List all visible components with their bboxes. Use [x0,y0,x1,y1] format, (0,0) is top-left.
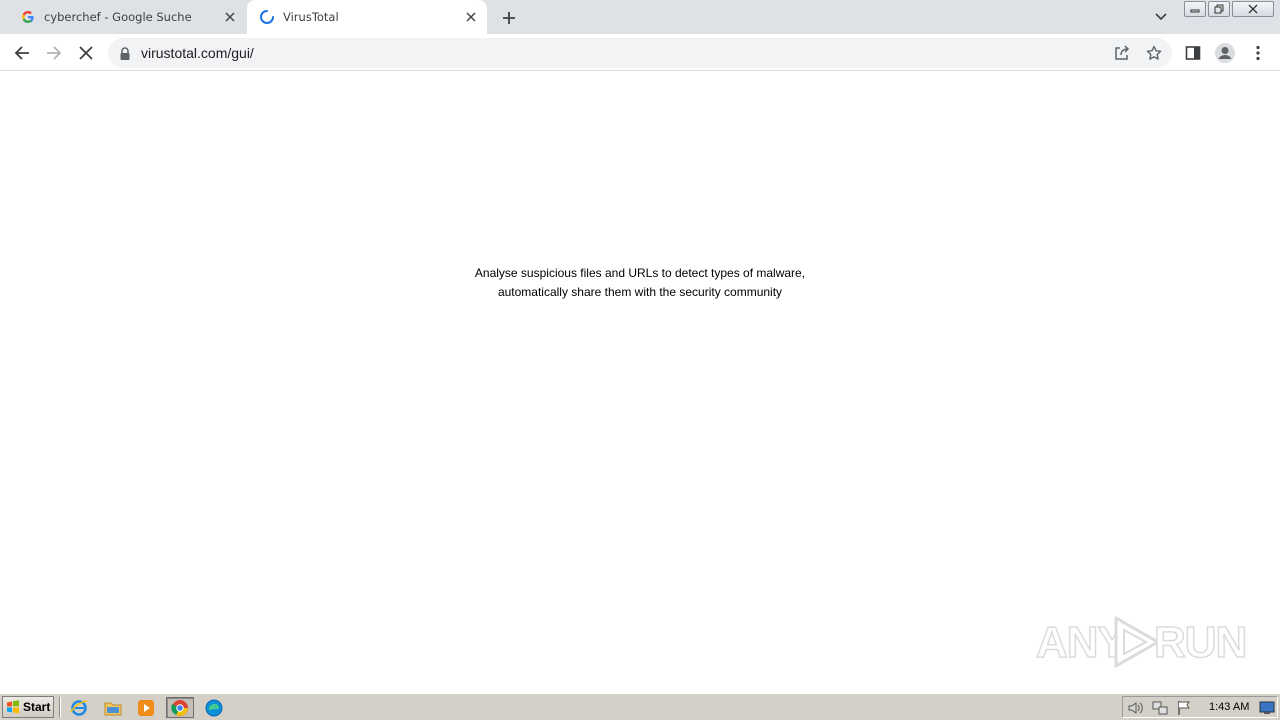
taskbar-separator [59,697,61,717]
edge-icon[interactable] [200,697,228,718]
tab-cyberchef[interactable]: cyberchef - Google Suche [8,0,246,34]
tab-close-icon[interactable] [222,9,238,25]
tab-title: VirusTotal [283,10,339,24]
network-icon[interactable] [1152,700,1168,716]
windows-taskbar: Start 1:43 AM [0,693,1280,720]
profile-avatar-icon[interactable] [1213,41,1237,65]
loading-spinner-icon [259,9,275,25]
tab-strip: cyberchef - Google Suche VirusTotal [0,0,1280,34]
tab-close-icon[interactable] [463,9,479,25]
windows-flag-icon [7,700,19,714]
share-icon[interactable] [1112,44,1132,62]
kebab-menu-icon[interactable] [1246,41,1270,65]
tagline-line-1: Analyse suspicious files and URLs to det… [474,266,806,280]
bookmark-star-icon[interactable] [1144,44,1164,62]
internet-explorer-icon[interactable] [65,697,93,718]
tagline-line-2: automatically share them with the securi… [497,285,783,299]
show-desktop-icon[interactable] [1259,700,1275,716]
anyrun-watermark: ANY RUN [1035,608,1248,672]
file-explorer-icon[interactable] [99,697,127,718]
watermark-text-right: RUN [1153,617,1248,668]
back-arrow-icon[interactable] [9,40,35,66]
action-center-flag-icon[interactable] [1176,700,1192,716]
media-player-icon[interactable] [132,697,160,718]
lock-icon[interactable] [119,46,131,60]
side-panel-icon[interactable] [1181,41,1205,65]
start-button[interactable]: Start [2,696,54,718]
taskbar-clock[interactable]: 1:43 AM [1209,701,1249,713]
start-label: Start [23,700,51,714]
window-minimize-button[interactable] [1184,1,1206,17]
chrome-icon[interactable] [166,697,194,718]
address-bar[interactable]: virustotal.com/gui/ [108,38,1172,68]
new-tab-plus-icon[interactable] [498,7,520,29]
system-tray: 1:43 AM [1122,696,1278,718]
speaker-icon[interactable] [1128,700,1144,716]
forward-arrow-icon[interactable] [41,40,67,66]
tab-title: cyberchef - Google Suche [44,10,192,24]
tab-virustotal[interactable]: VirusTotal [247,0,487,34]
window-restore-button[interactable] [1208,1,1230,17]
browser-toolbar: virustotal.com/gui/ [0,34,1280,71]
page-content: Analyse suspicious files and URLs to det… [0,72,1280,692]
screen: cyberchef - Google Suche VirusTotal viru… [0,0,1280,720]
stop-loading-icon[interactable] [73,40,99,66]
window-close-button[interactable] [1232,1,1274,17]
chevron-down-icon[interactable] [1150,7,1172,27]
url-text[interactable]: virustotal.com/gui/ [141,45,254,61]
google-g-icon [20,9,36,25]
loading-tagline: Analyse suspicious files and URLs to det… [340,264,940,302]
